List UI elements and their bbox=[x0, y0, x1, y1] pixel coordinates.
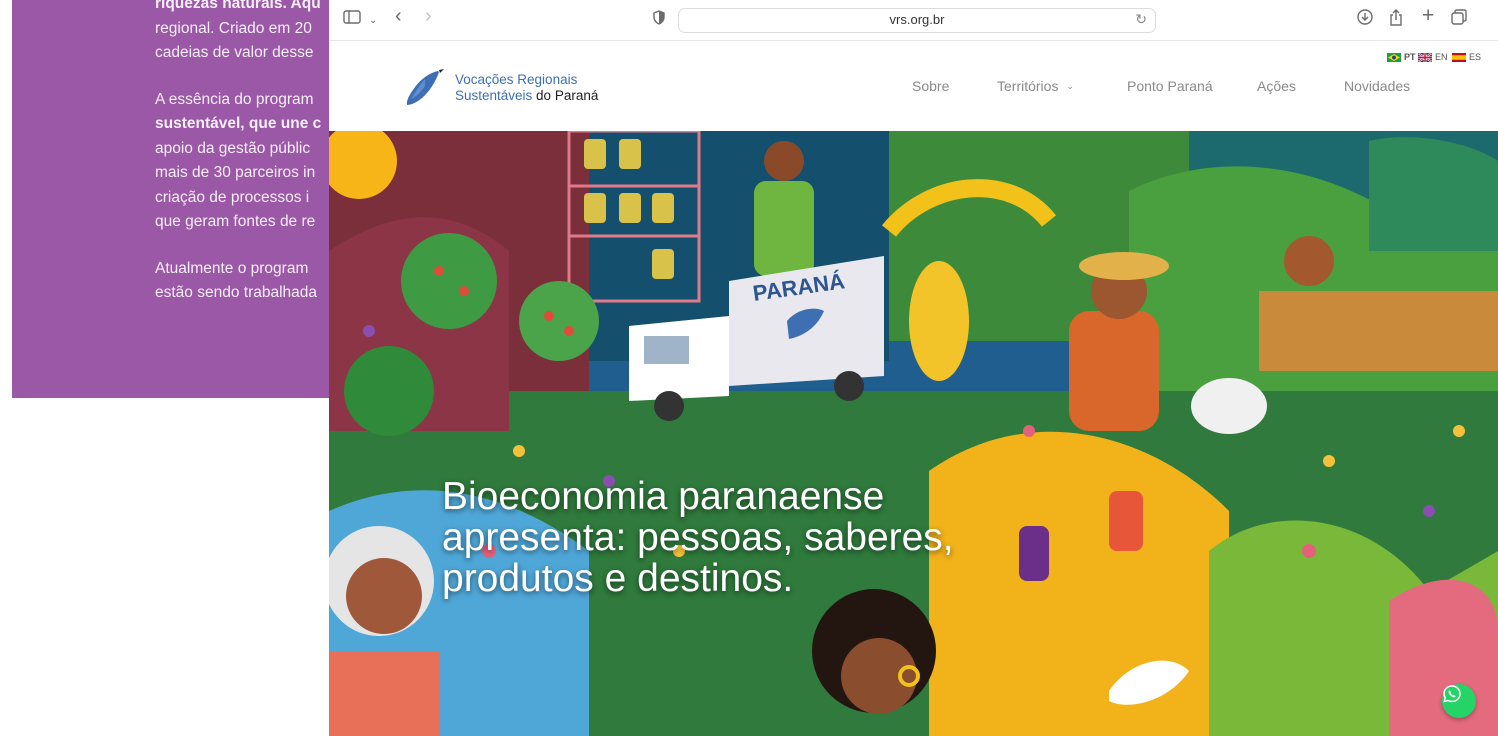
browser-toolbar: ⌄ ‹ › vrs.org.br ↻ + bbox=[329, 0, 1498, 41]
bg-line: regional. Criado em 20 bbox=[155, 19, 312, 37]
bg-line: A essência do program bbox=[155, 90, 314, 108]
nav-label: Territórios bbox=[997, 78, 1059, 94]
lang-pt[interactable]: PT bbox=[1387, 52, 1416, 62]
lang-es[interactable]: ES bbox=[1452, 52, 1481, 62]
bg-line: criação de processos i bbox=[155, 188, 310, 206]
bg-line: cadeias de valor desse bbox=[155, 44, 314, 61]
hero-banner: PARANÁ Bioeconomia paranaense apresenta:… bbox=[329, 131, 1498, 736]
download-icon[interactable] bbox=[1357, 9, 1373, 30]
logo-title-strong: do Paraná bbox=[536, 88, 599, 103]
forward-icon[interactable]: › bbox=[425, 6, 432, 26]
logo-title-line1[interactable]: Vocações Regionais bbox=[455, 72, 577, 87]
lang-en[interactable]: EN bbox=[1418, 52, 1448, 62]
nav-ponto-parana[interactable]: Ponto Paraná bbox=[1127, 78, 1213, 94]
bg-line: mais de 30 parceiros in bbox=[155, 164, 316, 181]
tabs-icon[interactable] bbox=[1451, 9, 1467, 30]
bg-line: sustentável, que une c bbox=[155, 115, 322, 132]
nav-territorios[interactable]: Territórios ⌄ bbox=[997, 78, 1074, 94]
share-icon[interactable] bbox=[1389, 9, 1403, 31]
background-text-clip: riquezas naturais. Aqu regional. Criado … bbox=[12, 0, 330, 398]
spain-flag-icon bbox=[1452, 52, 1466, 62]
plus-icon[interactable]: + bbox=[1422, 5, 1434, 26]
bg-line: estão sendo trabalhada bbox=[155, 284, 318, 301]
hero-illustration: PARANÁ bbox=[329, 131, 1498, 736]
bg-line: riquezas naturais. Aqu bbox=[155, 0, 321, 12]
bg-line: que geram fontes de re bbox=[155, 213, 316, 230]
bg-line: apoio da gestão públic bbox=[155, 139, 311, 157]
hero-title: Bioeconomia paranaense apresenta: pessoa… bbox=[442, 475, 954, 600]
whatsapp-icon bbox=[1443, 685, 1461, 703]
lang-label: EN bbox=[1435, 52, 1448, 62]
brazil-flag-icon bbox=[1387, 52, 1401, 62]
site-header: Vocações Regionais Sustentáveis do Paran… bbox=[329, 41, 1498, 131]
browser-window: ⌄ ‹ › vrs.org.br ↻ + Vocações Regionais … bbox=[329, 0, 1498, 736]
nav-novidades[interactable]: Novidades bbox=[1344, 78, 1410, 94]
back-icon[interactable]: ‹ bbox=[395, 6, 402, 26]
whatsapp-button[interactable] bbox=[1442, 684, 1476, 718]
address-bar[interactable]: vrs.org.br ↻ bbox=[678, 8, 1156, 33]
bird-logo-icon[interactable] bbox=[403, 67, 445, 107]
reload-icon[interactable]: ↻ bbox=[1135, 11, 1147, 28]
bg-line: Atualmente o program bbox=[155, 259, 309, 277]
logo-title-part: Sustentáveis bbox=[455, 88, 537, 103]
shield-icon bbox=[653, 10, 665, 30]
uk-flag-icon bbox=[1418, 52, 1432, 62]
chevron-down-icon: ⌄ bbox=[1066, 81, 1074, 91]
nav-acoes[interactable]: Ações bbox=[1257, 78, 1296, 94]
chevron-down-icon[interactable]: ⌄ bbox=[369, 11, 377, 31]
lang-label: ES bbox=[1469, 52, 1482, 62]
nav-sobre[interactable]: Sobre bbox=[912, 78, 949, 94]
sidebar-icon[interactable] bbox=[343, 9, 361, 29]
logo-title-line2[interactable]: Sustentáveis do Paraná bbox=[455, 88, 598, 103]
url-text: vrs.org.br bbox=[889, 12, 945, 27]
lang-label: PT bbox=[1404, 52, 1416, 62]
background-text: riquezas naturais. Aqu regional. Criado … bbox=[155, 0, 330, 306]
